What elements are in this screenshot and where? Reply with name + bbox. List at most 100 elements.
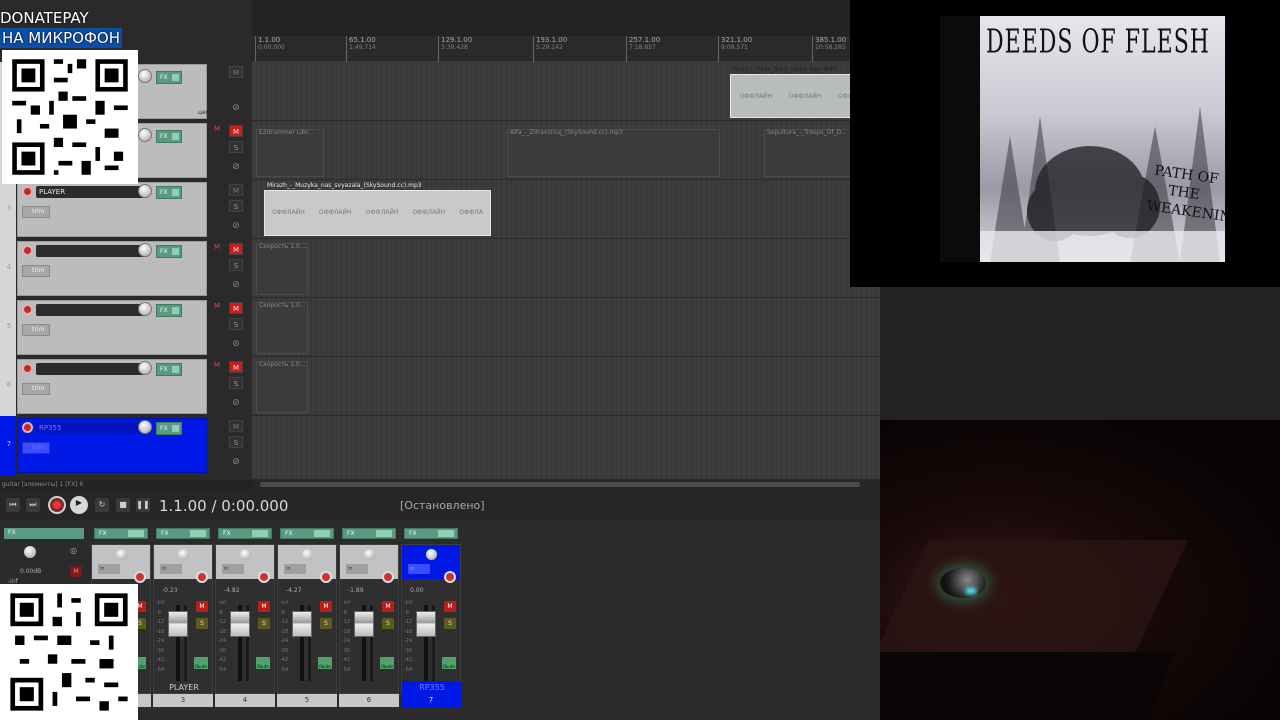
strip-fx-button[interactable]: FX [280, 528, 334, 539]
record-arm-button[interactable] [22, 186, 33, 197]
strip-fx-button[interactable]: FX [342, 528, 396, 539]
mute-button[interactable]: M [258, 601, 270, 612]
volume-knob[interactable] [138, 128, 152, 142]
timeline-ruler[interactable]: 1.1.00 0:00.000 65.1.00 1:49.714 129.1.00 3… [252, 36, 850, 62]
pan-knob[interactable] [426, 549, 437, 560]
record-button[interactable] [48, 496, 66, 514]
trim-button[interactable]: trim [22, 324, 50, 336]
route-button[interactable]: Route [318, 657, 332, 669]
mute-button[interactable]: M [444, 601, 456, 612]
record-arm-button[interactable] [258, 571, 270, 583]
go-to-end-button[interactable]: ⏭ [26, 498, 40, 512]
phase-icon[interactable]: ⊘ [229, 161, 243, 173]
track-3[interactable]: 3 PLAYER FX trim M S ⊘ [0, 180, 252, 239]
volume-knob[interactable] [138, 420, 152, 434]
track-name-field[interactable]: RP355 [36, 422, 148, 434]
record-arm-button[interactable] [320, 571, 332, 583]
mute-button[interactable]: M [229, 361, 243, 373]
volume-knob[interactable] [138, 302, 152, 316]
mute-button[interactable]: M [229, 302, 243, 314]
volume-fader[interactable] [168, 611, 188, 637]
volume-knob[interactable] [138, 184, 152, 198]
media-item[interactable]: Скорость 1.0... [256, 243, 308, 295]
fx-button[interactable]: FX [156, 304, 182, 317]
volume-knob[interactable] [138, 69, 152, 83]
track-lane[interactable]: Скорость 1.0... [252, 298, 880, 357]
phase-icon[interactable]: ⊘ [229, 220, 243, 232]
media-item[interactable]: Mirazh_-_Muzyka_nas_svyazala_(SkySound.c… [264, 182, 491, 236]
fx-button[interactable]: FX [156, 130, 182, 143]
route-button[interactable]: Route [194, 657, 208, 669]
solo-button[interactable]: S [229, 377, 243, 389]
track-6[interactable]: 6 FX trim M M S ⊘ [0, 357, 252, 416]
track-name-field[interactable] [36, 245, 148, 257]
mixer-strip[interactable]: FX in -4.27 -inf -6 -12 -18 -24 -30 -42 -54 M S… [276, 520, 338, 708]
mute-button[interactable]: M [229, 420, 243, 432]
phase-icon[interactable]: ⊘ [229, 456, 243, 468]
mixer-strip[interactable]: FX in 0.00 -inf -6 -12 -18 -24 -30 -42 -54 M S … [400, 520, 462, 708]
volume-fader[interactable] [230, 611, 250, 637]
record-arm-button[interactable] [382, 571, 394, 583]
pan-knob[interactable] [240, 549, 251, 560]
stop-button[interactable]: ■ [116, 498, 130, 512]
fx-button[interactable]: FX [156, 71, 182, 84]
track-name-field[interactable] [36, 304, 148, 316]
solo-button[interactable]: S [444, 618, 456, 629]
media-item[interactable]: Скорость 1.0... [256, 361, 308, 413]
input-button[interactable]: in [98, 564, 120, 574]
scrollbar-thumb[interactable] [260, 482, 860, 487]
volume-knob[interactable] [138, 243, 152, 257]
record-arm-button[interactable] [196, 571, 208, 583]
solo-button[interactable]: S [229, 200, 243, 212]
track-7[interactable]: 7 RP355 FX trim M S ⊘ [0, 416, 252, 475]
repeat-button[interactable]: ↻ [95, 498, 109, 512]
solo-button[interactable]: S [229, 318, 243, 330]
strip-fx-button[interactable]: FX [218, 528, 272, 539]
input-button[interactable]: in [408, 564, 430, 574]
solo-button[interactable]: S [320, 618, 332, 629]
volume-knob[interactable] [138, 361, 152, 375]
pan-knob[interactable] [364, 549, 375, 560]
route-button[interactable]: Route [380, 657, 394, 669]
pause-button[interactable]: ❚❚ [136, 498, 150, 512]
solo-button[interactable]: S [382, 618, 394, 629]
record-arm-button[interactable] [22, 304, 33, 315]
record-arm-button[interactable] [22, 363, 33, 374]
input-button[interactable]: in [222, 564, 244, 574]
track-lane[interactable]: Mirazh_-_Muzyka_nas_svyazala_(SkySound.c… [252, 180, 880, 239]
record-arm-button[interactable] [22, 245, 33, 256]
solo-button[interactable]: S [229, 436, 243, 448]
play-button[interactable]: ▶ [70, 496, 88, 514]
phase-icon[interactable]: ⊘ [229, 279, 243, 291]
phase-icon[interactable]: ⊘ [229, 397, 243, 409]
strip-fx-button[interactable]: FX [94, 528, 148, 539]
trim-button[interactable]: trim [22, 265, 50, 277]
phase-icon[interactable]: ⊘ [229, 338, 243, 350]
pan-knob[interactable] [116, 549, 127, 560]
phase-icon[interactable]: ⊘ [229, 102, 243, 114]
record-arm-button[interactable] [134, 571, 146, 583]
track-name-field[interactable] [36, 363, 148, 375]
trim-button[interactable]: trim [22, 206, 50, 218]
track-lane[interactable]: Скорость 1.0... [252, 357, 880, 416]
fx-button[interactable]: FX [156, 363, 182, 376]
media-item[interactable]: EZdrummer Libr... [256, 129, 324, 177]
input-button[interactable]: in [284, 564, 306, 574]
mute-button[interactable]: M [229, 184, 243, 196]
route-button[interactable]: Route [256, 657, 270, 669]
track-lane[interactable]: Erotic_-_Max_Dont_Have_Sex_With ОФФЛАЙН … [252, 62, 880, 121]
track-lane[interactable]: Скорость 1.0... [252, 239, 880, 298]
trim-button[interactable]: trim [22, 442, 50, 454]
mixer-strip[interactable]: FX in -4.82 -inf -6 -12 -18 -24 -30 -42 -54 M S… [214, 520, 276, 708]
mute-button[interactable]: M [320, 601, 332, 612]
solo-button[interactable]: S [229, 259, 243, 271]
media-item[interactable]: Скорость 1.0... [256, 302, 308, 354]
track-4[interactable]: 4 FX trim M M S ⊘ [0, 239, 252, 298]
track-5[interactable]: 5 FX trim M M S ⊘ [0, 298, 252, 357]
fx-button[interactable]: FX [156, 422, 182, 435]
volume-fader[interactable] [416, 611, 436, 637]
arrange-view[interactable]: Erotic_-_Max_Dont_Have_Sex_With ОФФЛАЙН … [252, 62, 880, 480]
mixer-strip[interactable]: FX in -1.89 -inf -6 -12 -18 -24 -30 -42 -54 M S… [338, 520, 400, 708]
solo-button[interactable]: S [258, 618, 270, 629]
trim-button[interactable]: trim [22, 383, 50, 395]
